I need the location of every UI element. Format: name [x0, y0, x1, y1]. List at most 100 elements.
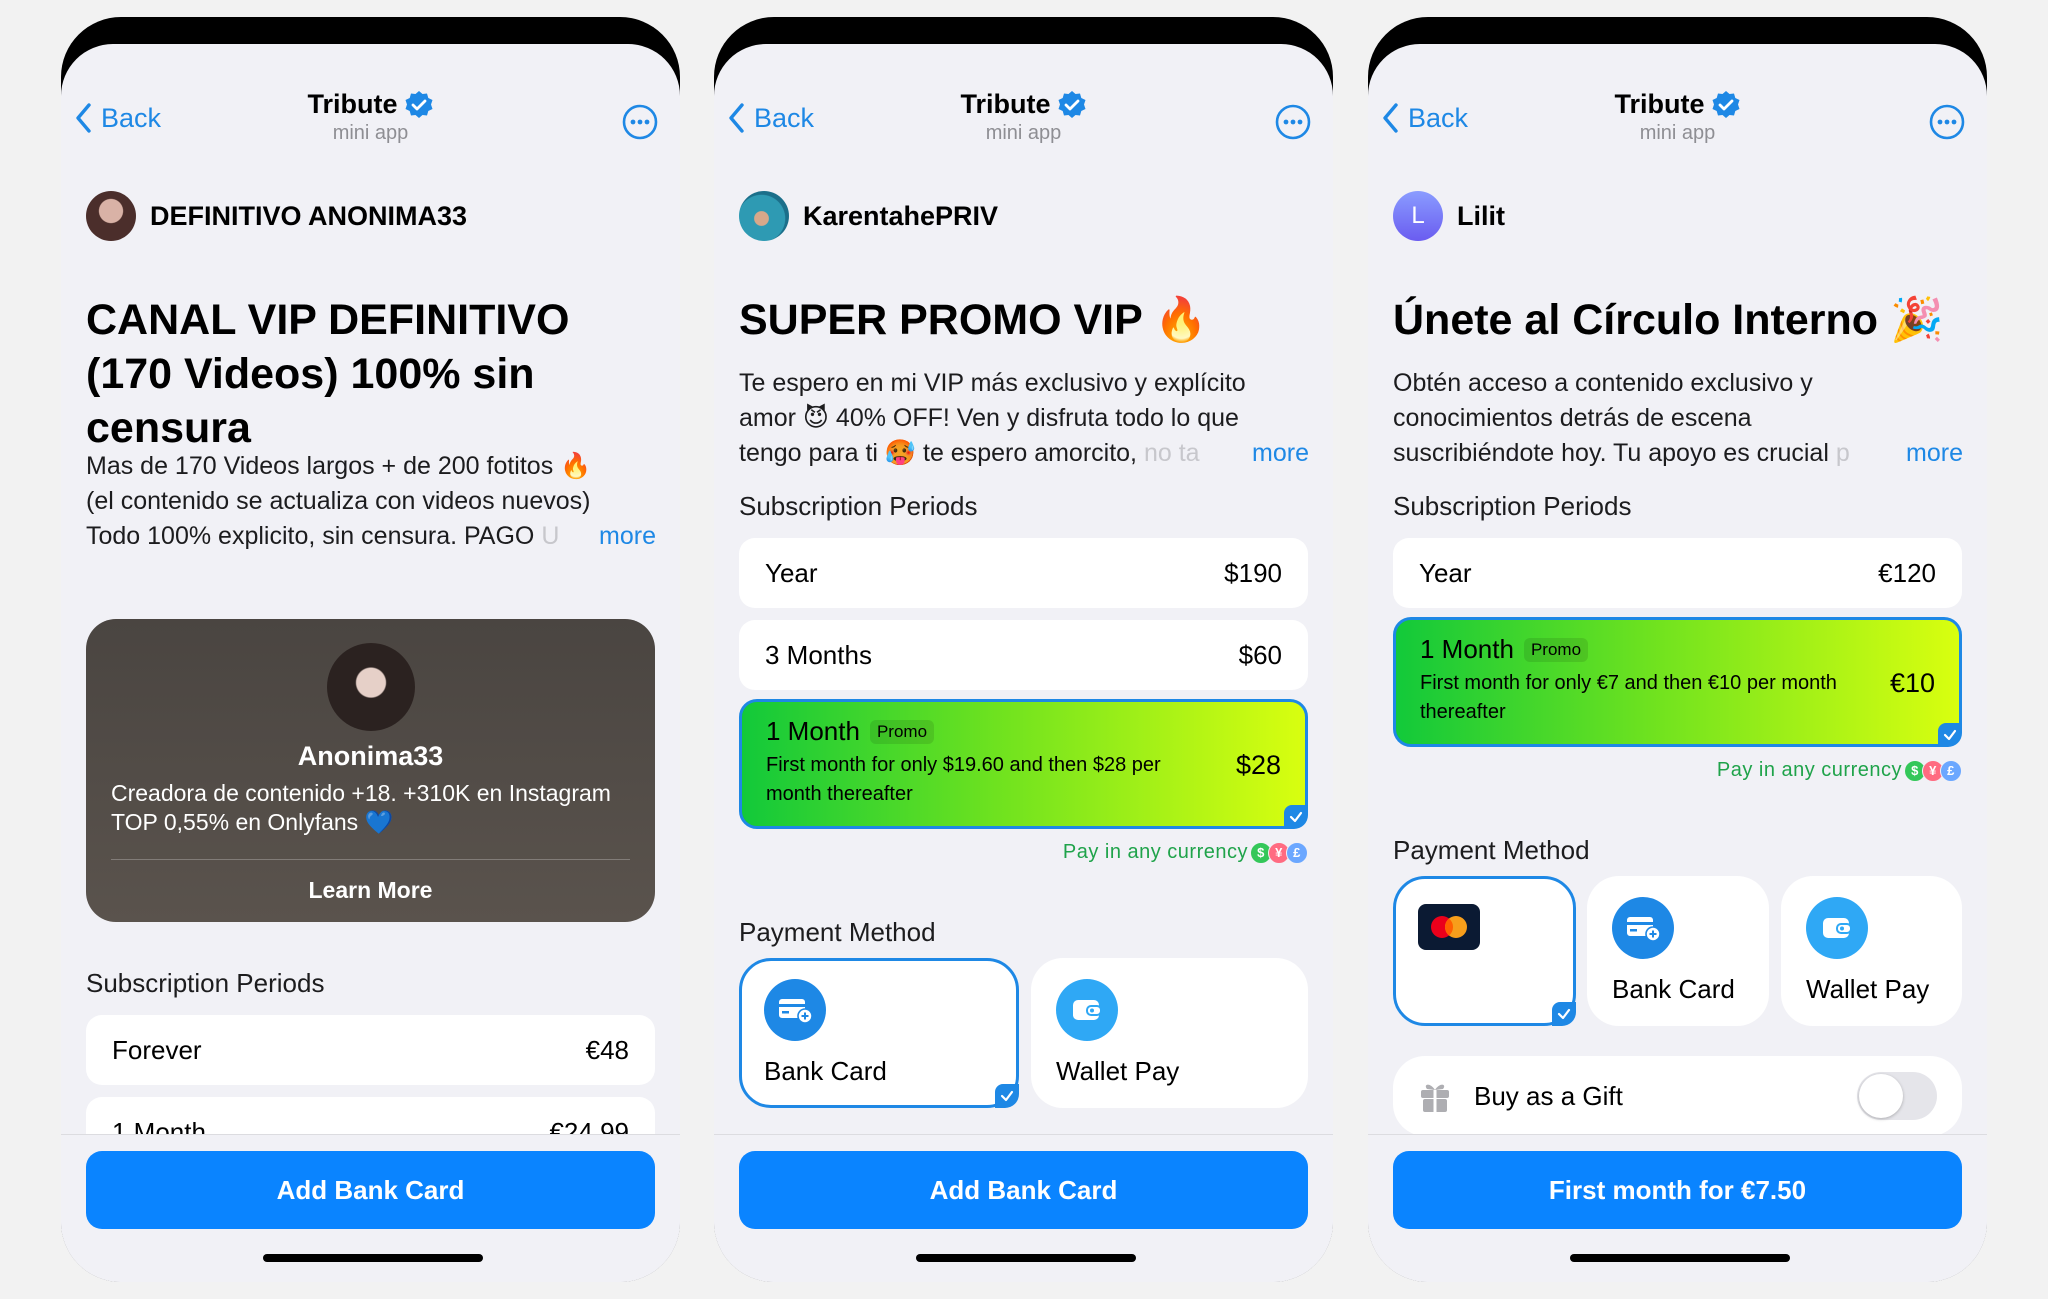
period-option[interactable]: Year $190 [739, 538, 1308, 608]
learn-more-button[interactable]: Learn More [86, 877, 655, 904]
author-row[interactable]: L Lilit [1393, 191, 1505, 241]
promo-period-option[interactable]: 1 Month Promo First month for only €7 and… [1393, 617, 1962, 747]
period-name: Year [765, 557, 818, 588]
author-initial: L [1411, 202, 1425, 229]
promo-badge: Promo [869, 719, 935, 744]
header-title: Tribute mini app [61, 89, 680, 145]
bottom-bar: Add Bank Card [61, 1134, 680, 1282]
more-options-icon[interactable] [622, 104, 658, 140]
description-line: amor 😈 40% OFF! Ven y disfruta todo lo q… [739, 404, 1239, 432]
author-row[interactable]: DEFINITIVO ANONIMA33 [86, 191, 467, 241]
period-price: $28 [1235, 750, 1281, 780]
payment-method-bank-card[interactable]: Bank Card [739, 958, 1019, 1108]
period-price: €10 [1889, 668, 1935, 698]
app-subtitle: mini app [332, 122, 409, 144]
page-title: Únete al Círculo Interno 🎉 [1393, 296, 1944, 344]
home-indicator [263, 1254, 483, 1262]
phone-screen-3: Back Tribute mini app L Lilit Únete al C… [1368, 17, 1987, 1282]
phone-screen-1: Back Tribute mini app DEFINITIVO ANONIMA… [61, 17, 680, 1282]
period-option[interactable]: Year €120 [1393, 538, 1962, 608]
author-name: KarentahePRIV [803, 200, 999, 231]
description-fade: no ta [1137, 439, 1200, 467]
payment-method-mastercard[interactable] [1393, 876, 1576, 1026]
buy-as-gift-row: Buy as a Gift [1393, 1056, 1962, 1136]
currency-coins-icon: $ ¥ £ [1904, 759, 1962, 782]
bottom-bar: Add Bank Card [714, 1134, 1333, 1282]
app-title: Tribute [1614, 89, 1705, 119]
phone-screen-2: Back Tribute mini app KarentahePRIV SUPE… [714, 17, 1333, 1282]
more-link[interactable]: more [1252, 436, 1309, 471]
author-avatar: L [1393, 191, 1443, 241]
creator-name: Anonima33 [297, 741, 444, 771]
first-month-button[interactable]: First month for €7.50 [1393, 1151, 1962, 1229]
payment-method-label: Bank Card [1612, 974, 1735, 1004]
checkmark-icon [1552, 1002, 1576, 1026]
promo-badge: Promo [1523, 637, 1589, 662]
gift-toggle[interactable] [1857, 1072, 1937, 1120]
period-name: Forever [112, 1034, 202, 1065]
author-avatar [86, 191, 136, 241]
more-link[interactable]: more [1906, 436, 1963, 471]
period-name: 1 Month [766, 716, 860, 746]
description-line: Obtén acceso a contenido exclusivo y [1393, 369, 1813, 397]
mastercard-icon [1418, 904, 1480, 950]
page-title: SUPER PROMO VIP 🔥 [739, 296, 1208, 344]
header: Back Tribute mini app [61, 44, 680, 154]
verified-badge-icon [1058, 90, 1085, 118]
page-title: CANAL VIP DEFINITIVO (170 Videos) 100% s… [86, 296, 570, 452]
pay-any-currency: Pay in any currency $ ¥ £ [1717, 759, 1962, 782]
description-line: tengo para ti 🥵 te espero amorcito, [739, 439, 1137, 467]
toggle-knob [1859, 1074, 1903, 1118]
gift-icon [1421, 1084, 1449, 1112]
period-name: 3 Months [765, 639, 872, 670]
payment-method-label: Wallet Pay [1056, 1056, 1180, 1086]
pay-any-currency: Pay in any currency $ ¥ £ [1063, 841, 1308, 864]
home-indicator [916, 1254, 1136, 1262]
more-link[interactable]: more [599, 519, 656, 554]
verified-badge-icon [1712, 90, 1739, 118]
section-heading: Subscription Periods [739, 491, 978, 521]
period-name: 1 Month [1420, 634, 1514, 664]
author-name: Lilit [1457, 200, 1505, 231]
description: Mas de 170 Videos largos + de 200 fotito… [86, 449, 656, 554]
verified-badge-icon [405, 90, 432, 118]
add-bank-card-button[interactable]: Add Bank Card [86, 1151, 655, 1229]
add-bank-card-button[interactable]: Add Bank Card [739, 1151, 1308, 1229]
divider [111, 859, 630, 860]
period-name: Year [1419, 557, 1472, 588]
period-option[interactable]: Forever €48 [86, 1015, 655, 1085]
currency-coins-icon: $ ¥ £ [1250, 841, 1308, 864]
app-subtitle: mini app [1639, 122, 1716, 144]
period-price: €120 [1878, 557, 1936, 588]
period-price: €48 [585, 1034, 629, 1065]
creator-description: Creadora de contenido +18. +310K en Inst… [111, 780, 611, 835]
header: Back Tribute mini app [1368, 44, 1987, 154]
author-avatar [739, 191, 789, 241]
app-title: Tribute [960, 89, 1051, 119]
header-title: Tribute mini app [1368, 89, 1987, 145]
bank-card-icon [1612, 897, 1674, 959]
author-name: DEFINITIVO ANONIMA33 [150, 200, 468, 231]
period-option[interactable]: 3 Months $60 [739, 620, 1308, 690]
payment-method-bank-card[interactable]: Bank Card [1587, 876, 1769, 1026]
promo-period-option[interactable]: 1 Month Promo First month for only $19.60… [739, 699, 1308, 829]
more-options-icon[interactable] [1275, 104, 1311, 140]
section-heading: Payment Method [739, 917, 936, 947]
gift-label: Buy as a Gift [1474, 1080, 1623, 1111]
payment-method-wallet-pay[interactable]: Wallet Pay [1031, 958, 1308, 1108]
pay-any-currency-label: Pay in any currency [1062, 841, 1248, 863]
payment-method-wallet-pay[interactable]: Wallet Pay [1781, 876, 1962, 1026]
checkmark-icon [1938, 723, 1962, 747]
description-fade: p [1828, 439, 1850, 467]
description: Obtén acceso a contenido exclusivo y con… [1393, 366, 1963, 471]
description-line: conocimientos detrás de escena [1393, 404, 1752, 432]
creator-card: Anonima33 Creadora de contenido +18. +31… [86, 619, 655, 922]
app-screen: Back Tribute mini app DEFINITIVO ANONIMA… [61, 44, 680, 1282]
payment-method-label: Bank Card [764, 1056, 887, 1086]
bottom-bar: First month for €7.50 [1368, 1134, 1987, 1282]
more-options-icon[interactable] [1929, 104, 1965, 140]
description: Te espero en mi VIP más exclusivo y expl… [739, 366, 1309, 471]
app-title: Tribute [307, 89, 398, 119]
author-row[interactable]: KarentahePRIV [739, 191, 998, 241]
description-fade: U [534, 522, 560, 550]
